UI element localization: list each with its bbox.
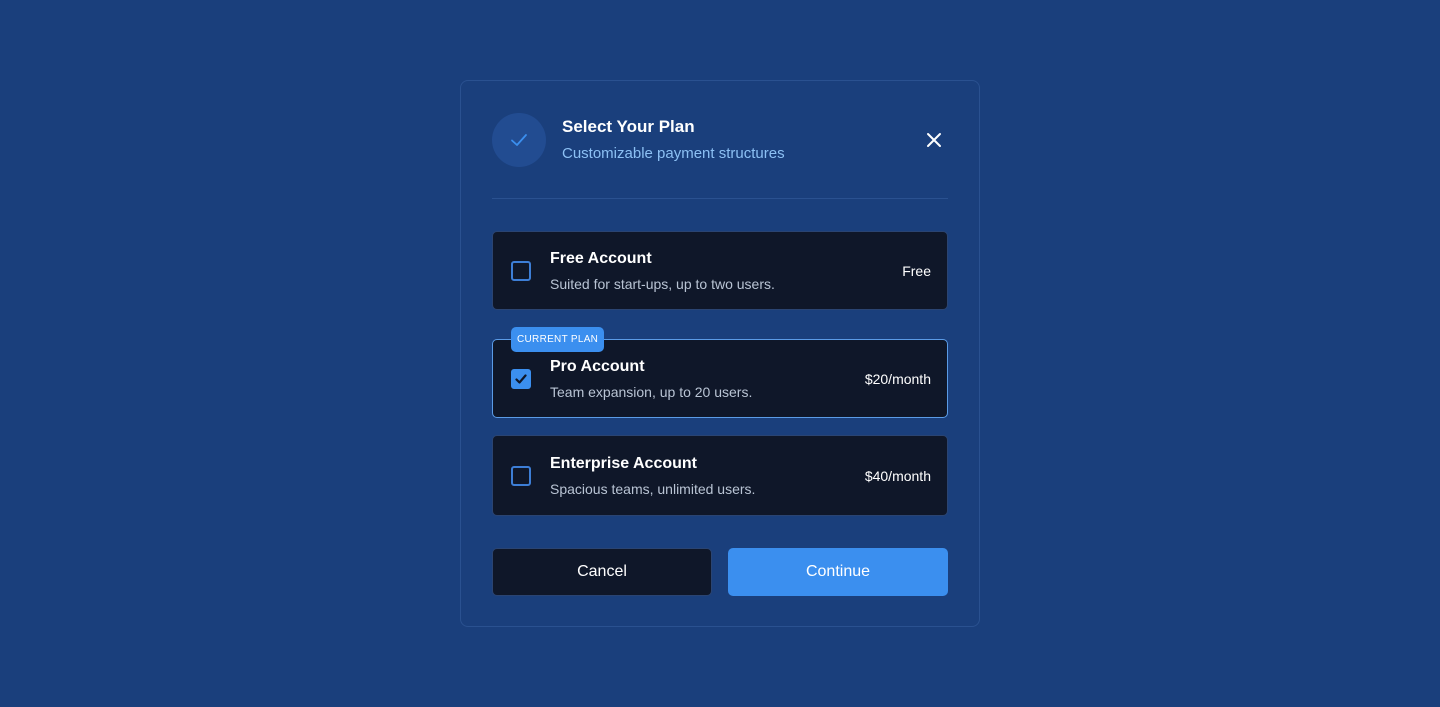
close-icon	[927, 133, 941, 147]
plan-text-enterprise: Enterprise Account Spacious teams, unlim…	[550, 454, 865, 498]
plan-option-enterprise[interactable]: Enterprise Account Spacious teams, unlim…	[492, 435, 948, 516]
plan-description: Suited for start-ups, up to two users.	[550, 275, 775, 292]
header-text: Select Your Plan Customizable payment st…	[562, 116, 785, 164]
plan-name: Free Account	[550, 249, 652, 267]
current-plan-badge: CURRENT PLAN	[511, 327, 605, 352]
plan-text-free: Free Account Suited for start-ups, up to…	[550, 249, 902, 293]
plan-description: Team expansion, up to 20 users.	[550, 383, 753, 400]
header-divider	[492, 198, 948, 199]
plan-price: $40/month	[864, 467, 931, 484]
plan-name: Pro Account	[550, 357, 645, 375]
plan-checkbox-free[interactable]	[511, 260, 531, 281]
plan-option-pro[interactable]: CURRENT PLAN Pro Account Team expansion,…	[492, 327, 948, 418]
plan-price: Free	[902, 262, 931, 279]
plan-list: Free Account Suited for start-ups, up to…	[492, 231, 948, 516]
close-button[interactable]	[920, 126, 948, 154]
plan-price: $20/month	[864, 370, 931, 387]
plan-description: Spacious teams, unlimited users.	[550, 480, 756, 497]
checkmark-icon	[515, 373, 527, 384]
cancel-button[interactable]: Cancel	[492, 548, 712, 596]
plan-selection-modal: Select Your Plan Customizable payment st…	[460, 80, 980, 627]
modal-header: Select Your Plan Customizable payment st…	[492, 112, 948, 168]
modal-title: Select Your Plan	[562, 117, 695, 136]
check-icon	[492, 113, 546, 167]
modal-actions: Cancel Continue	[492, 548, 948, 596]
modal-subtitle: Customizable payment structures	[562, 145, 785, 162]
plan-checkbox-pro[interactable]	[511, 368, 531, 389]
plan-name: Enterprise Account	[550, 454, 697, 472]
plan-checkbox-enterprise[interactable]	[511, 465, 531, 486]
plan-option-free[interactable]: Free Account Suited for start-ups, up to…	[492, 231, 948, 310]
continue-button[interactable]: Continue	[728, 548, 948, 596]
plan-text-pro: Pro Account Team expansion, up to 20 use…	[550, 357, 865, 401]
